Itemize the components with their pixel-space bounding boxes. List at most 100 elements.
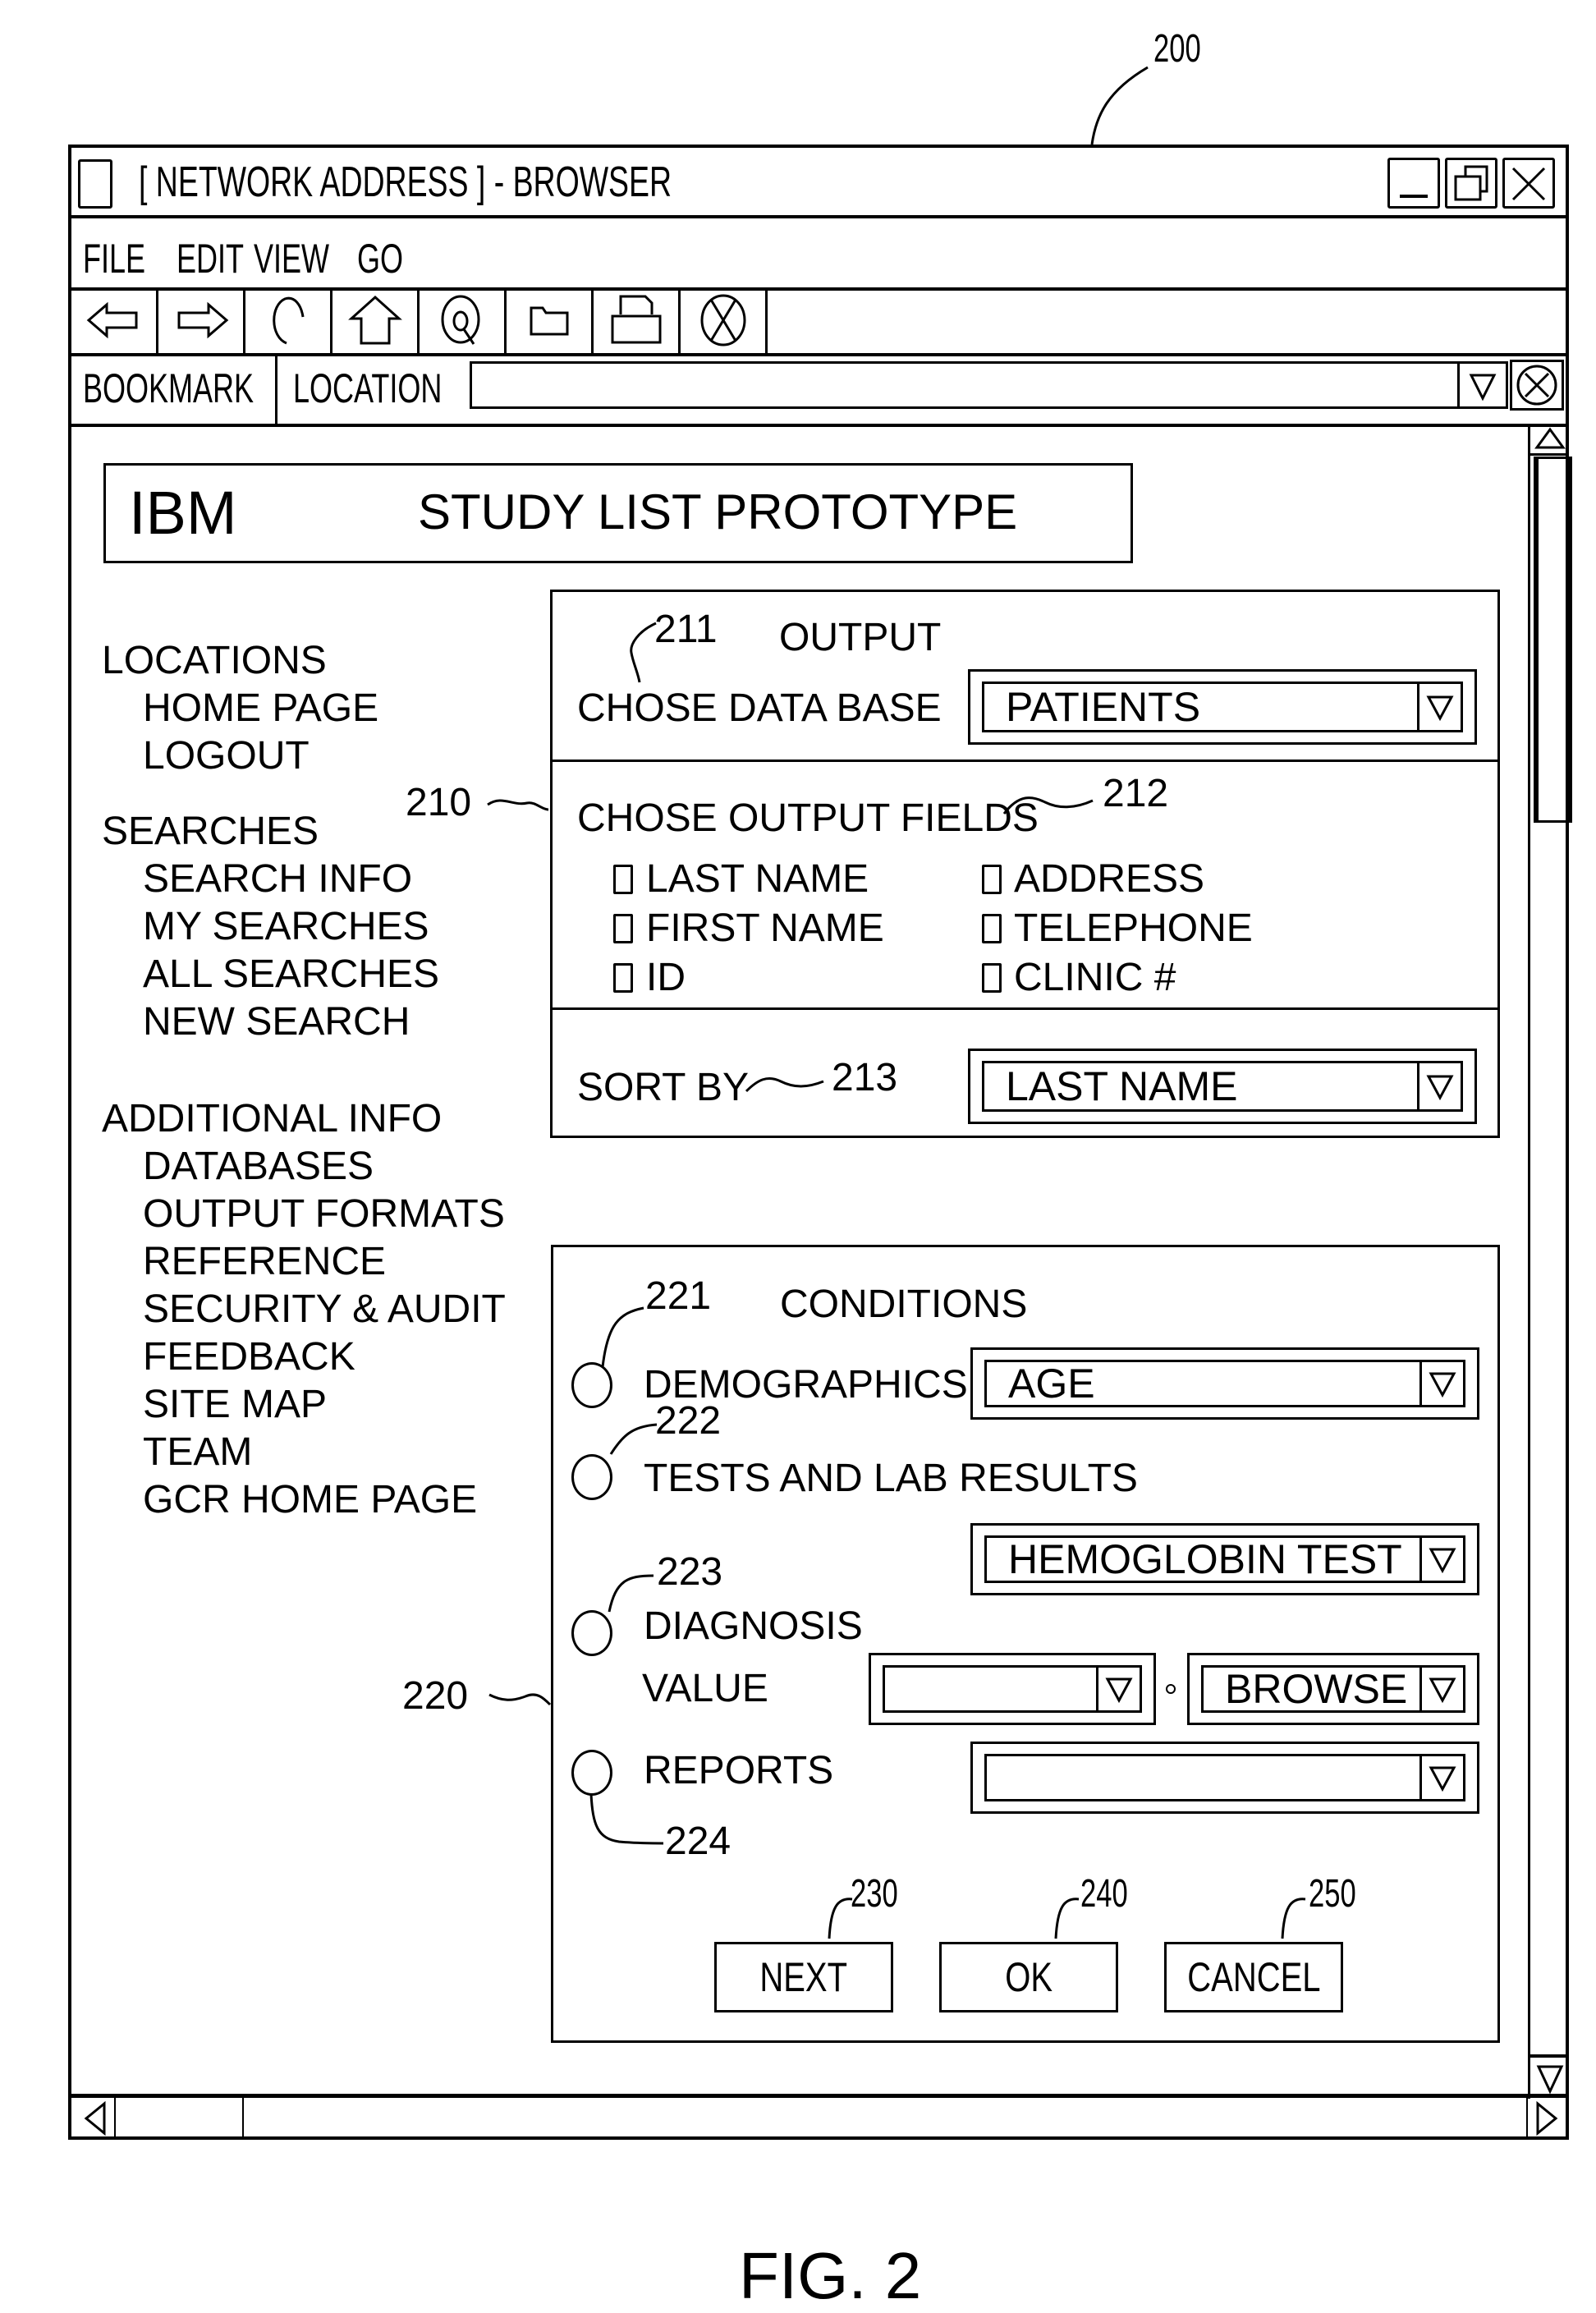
scroll-thumb[interactable] bbox=[1534, 457, 1572, 823]
vertical-scrollbar[interactable] bbox=[1528, 424, 1572, 2099]
checkbox-label-address: ADDRESS bbox=[1014, 857, 1205, 901]
radio-demographics[interactable] bbox=[571, 1362, 612, 1408]
sidebar-item-output-formats[interactable]: OUTPUT FORMATS bbox=[102, 1191, 506, 1238]
leader-line-221 bbox=[601, 1306, 644, 1368]
home-button[interactable] bbox=[332, 287, 420, 353]
sidebar-item-site-map[interactable]: SITE MAP bbox=[102, 1381, 506, 1429]
demographics-select[interactable]: AGE bbox=[970, 1347, 1479, 1420]
checkbox-last-name[interactable] bbox=[613, 865, 633, 894]
horizontal-scrollbar[interactable] bbox=[71, 2094, 1566, 2140]
checkbox-label-id: ID bbox=[646, 956, 686, 999]
tests-select[interactable]: HEMOGLOBIN TEST bbox=[970, 1523, 1479, 1595]
sidebar-item-logout[interactable]: LOGOUT bbox=[102, 732, 378, 780]
sidebar-item-databases[interactable]: DATABASES bbox=[102, 1143, 506, 1191]
section-divider bbox=[553, 760, 1497, 762]
scroll-up-button[interactable] bbox=[1530, 424, 1569, 456]
sidebar-heading-locations: LOCATIONS bbox=[102, 639, 327, 682]
tests-value: HEMOGLOBIN TEST bbox=[1008, 1536, 1402, 1582]
location-input[interactable] bbox=[470, 361, 1508, 409]
sidebar-item-new-search[interactable]: NEW SEARCH bbox=[102, 998, 439, 1046]
ok-button[interactable]: OK bbox=[939, 1942, 1118, 2012]
sidebar-item-team[interactable]: TEAM bbox=[102, 1429, 506, 1476]
sort-by-select[interactable]: LAST NAME bbox=[968, 1049, 1477, 1124]
location-clear-button[interactable] bbox=[1510, 360, 1564, 411]
menu-file[interactable]: FILE bbox=[83, 236, 170, 281]
reload-icon bbox=[272, 296, 304, 345]
next-button[interactable]: NEXT bbox=[714, 1942, 893, 2012]
bookmark-button[interactable]: BOOKMARK bbox=[83, 366, 320, 411]
checkbox-first-name[interactable] bbox=[613, 914, 633, 943]
system-menu-icon[interactable] bbox=[78, 159, 112, 209]
sidebar-item-all-searches[interactable]: ALL SEARCHES bbox=[102, 951, 439, 998]
checkbox-id[interactable] bbox=[613, 963, 633, 993]
checkbox-telephone[interactable] bbox=[982, 914, 1002, 943]
callout-221: 221 bbox=[645, 1274, 712, 1318]
database-select[interactable]: PATIENTS bbox=[968, 669, 1477, 745]
chevron-down-icon bbox=[1426, 695, 1454, 722]
chevron-down-icon bbox=[1469, 374, 1497, 402]
toolbar bbox=[71, 287, 1566, 356]
radio-tests-lab-results[interactable] bbox=[571, 1454, 612, 1500]
search-icon bbox=[441, 295, 479, 345]
arrow-right-icon bbox=[1536, 2100, 1558, 2136]
callout-224: 224 bbox=[665, 1820, 732, 1863]
radio-reports[interactable] bbox=[571, 1750, 612, 1796]
reports-select[interactable] bbox=[970, 1742, 1479, 1814]
diagnosis-value-select[interactable] bbox=[869, 1653, 1156, 1725]
sidebar-heading-additional-info: ADDITIONAL INFO bbox=[102, 1097, 443, 1140]
menu-go[interactable]: GO bbox=[357, 236, 421, 281]
leader-line-213 bbox=[745, 1077, 824, 1093]
search-button[interactable] bbox=[420, 287, 507, 353]
leader-line-220 bbox=[488, 1693, 552, 1706]
conditions-title: CONDITIONS bbox=[780, 1283, 1028, 1326]
output-title: OUTPUT bbox=[779, 616, 942, 659]
sidebar-item-gcr-home-page[interactable]: GCR HOME PAGE bbox=[102, 1476, 506, 1524]
folder-icon bbox=[530, 306, 568, 336]
sidebar-item-reference[interactable]: REFERENCE bbox=[102, 1238, 506, 1286]
sidebar-item-security-audit[interactable]: SECURITY & AUDIT bbox=[102, 1286, 506, 1333]
forward-button[interactable] bbox=[158, 287, 245, 353]
callout-211: 211 bbox=[654, 608, 718, 651]
hscroll-thumb[interactable] bbox=[114, 2098, 244, 2139]
stop-button[interactable] bbox=[681, 287, 768, 353]
sidebar-additional-info: ADDITIONAL INFO DATABASES OUTPUT FORMATS… bbox=[102, 1095, 506, 1524]
restore-icon bbox=[1454, 165, 1488, 201]
close-button[interactable] bbox=[1502, 158, 1555, 209]
callout-240: 240 bbox=[1080, 1872, 1128, 1916]
leader-line-230 bbox=[828, 1898, 853, 1939]
back-arrow-icon bbox=[86, 301, 137, 339]
browse-select[interactable]: BROWSE bbox=[1187, 1653, 1479, 1725]
location-dropdown-button[interactable] bbox=[1457, 361, 1508, 409]
leader-line-212 bbox=[1002, 796, 1094, 815]
database-value: PATIENTS bbox=[1006, 684, 1201, 730]
separator-dot bbox=[1166, 1684, 1176, 1694]
sidebar-item-my-searches[interactable]: MY SEARCHES bbox=[102, 903, 439, 951]
browse-label: BROWSE bbox=[1225, 1666, 1408, 1712]
sidebar-item-search-info[interactable]: SEARCH INFO bbox=[102, 856, 439, 903]
restore-button[interactable] bbox=[1445, 158, 1497, 209]
tests-label: TESTS AND LAB RESULTS bbox=[644, 1457, 1138, 1500]
radio-diagnosis[interactable] bbox=[571, 1610, 612, 1656]
checkbox-clinic-number[interactable] bbox=[982, 963, 1002, 993]
minimize-button[interactable] bbox=[1387, 158, 1440, 209]
leader-line-200 bbox=[1090, 66, 1149, 145]
back-button[interactable] bbox=[71, 287, 158, 353]
print-button[interactable] bbox=[594, 287, 681, 353]
sidebar-locations: LOCATIONS HOME PAGE LOGOUT bbox=[102, 637, 378, 780]
folder-button[interactable] bbox=[507, 287, 594, 353]
sidebar-item-feedback[interactable]: FEEDBACK bbox=[102, 1333, 506, 1381]
print-icon bbox=[611, 295, 661, 344]
cancel-button[interactable]: CANCEL bbox=[1164, 1942, 1343, 2012]
reload-button[interactable] bbox=[245, 287, 332, 353]
callout-222: 222 bbox=[655, 1399, 722, 1443]
menu-view[interactable]: VIEW bbox=[254, 236, 359, 281]
sidebar-item-home-page[interactable]: HOME PAGE bbox=[102, 685, 378, 732]
leader-line-224 bbox=[589, 1793, 664, 1845]
clear-icon bbox=[1516, 365, 1557, 406]
demographics-value: AGE bbox=[1008, 1361, 1095, 1407]
scroll-right-button[interactable] bbox=[1526, 2098, 1566, 2139]
scroll-down-button[interactable] bbox=[1530, 2054, 1569, 2099]
checkbox-address[interactable] bbox=[982, 865, 1002, 894]
title-bar: [ NETWORK ADDRESS ] - BROWSER bbox=[71, 148, 1566, 218]
scroll-left-button[interactable] bbox=[76, 2098, 116, 2139]
